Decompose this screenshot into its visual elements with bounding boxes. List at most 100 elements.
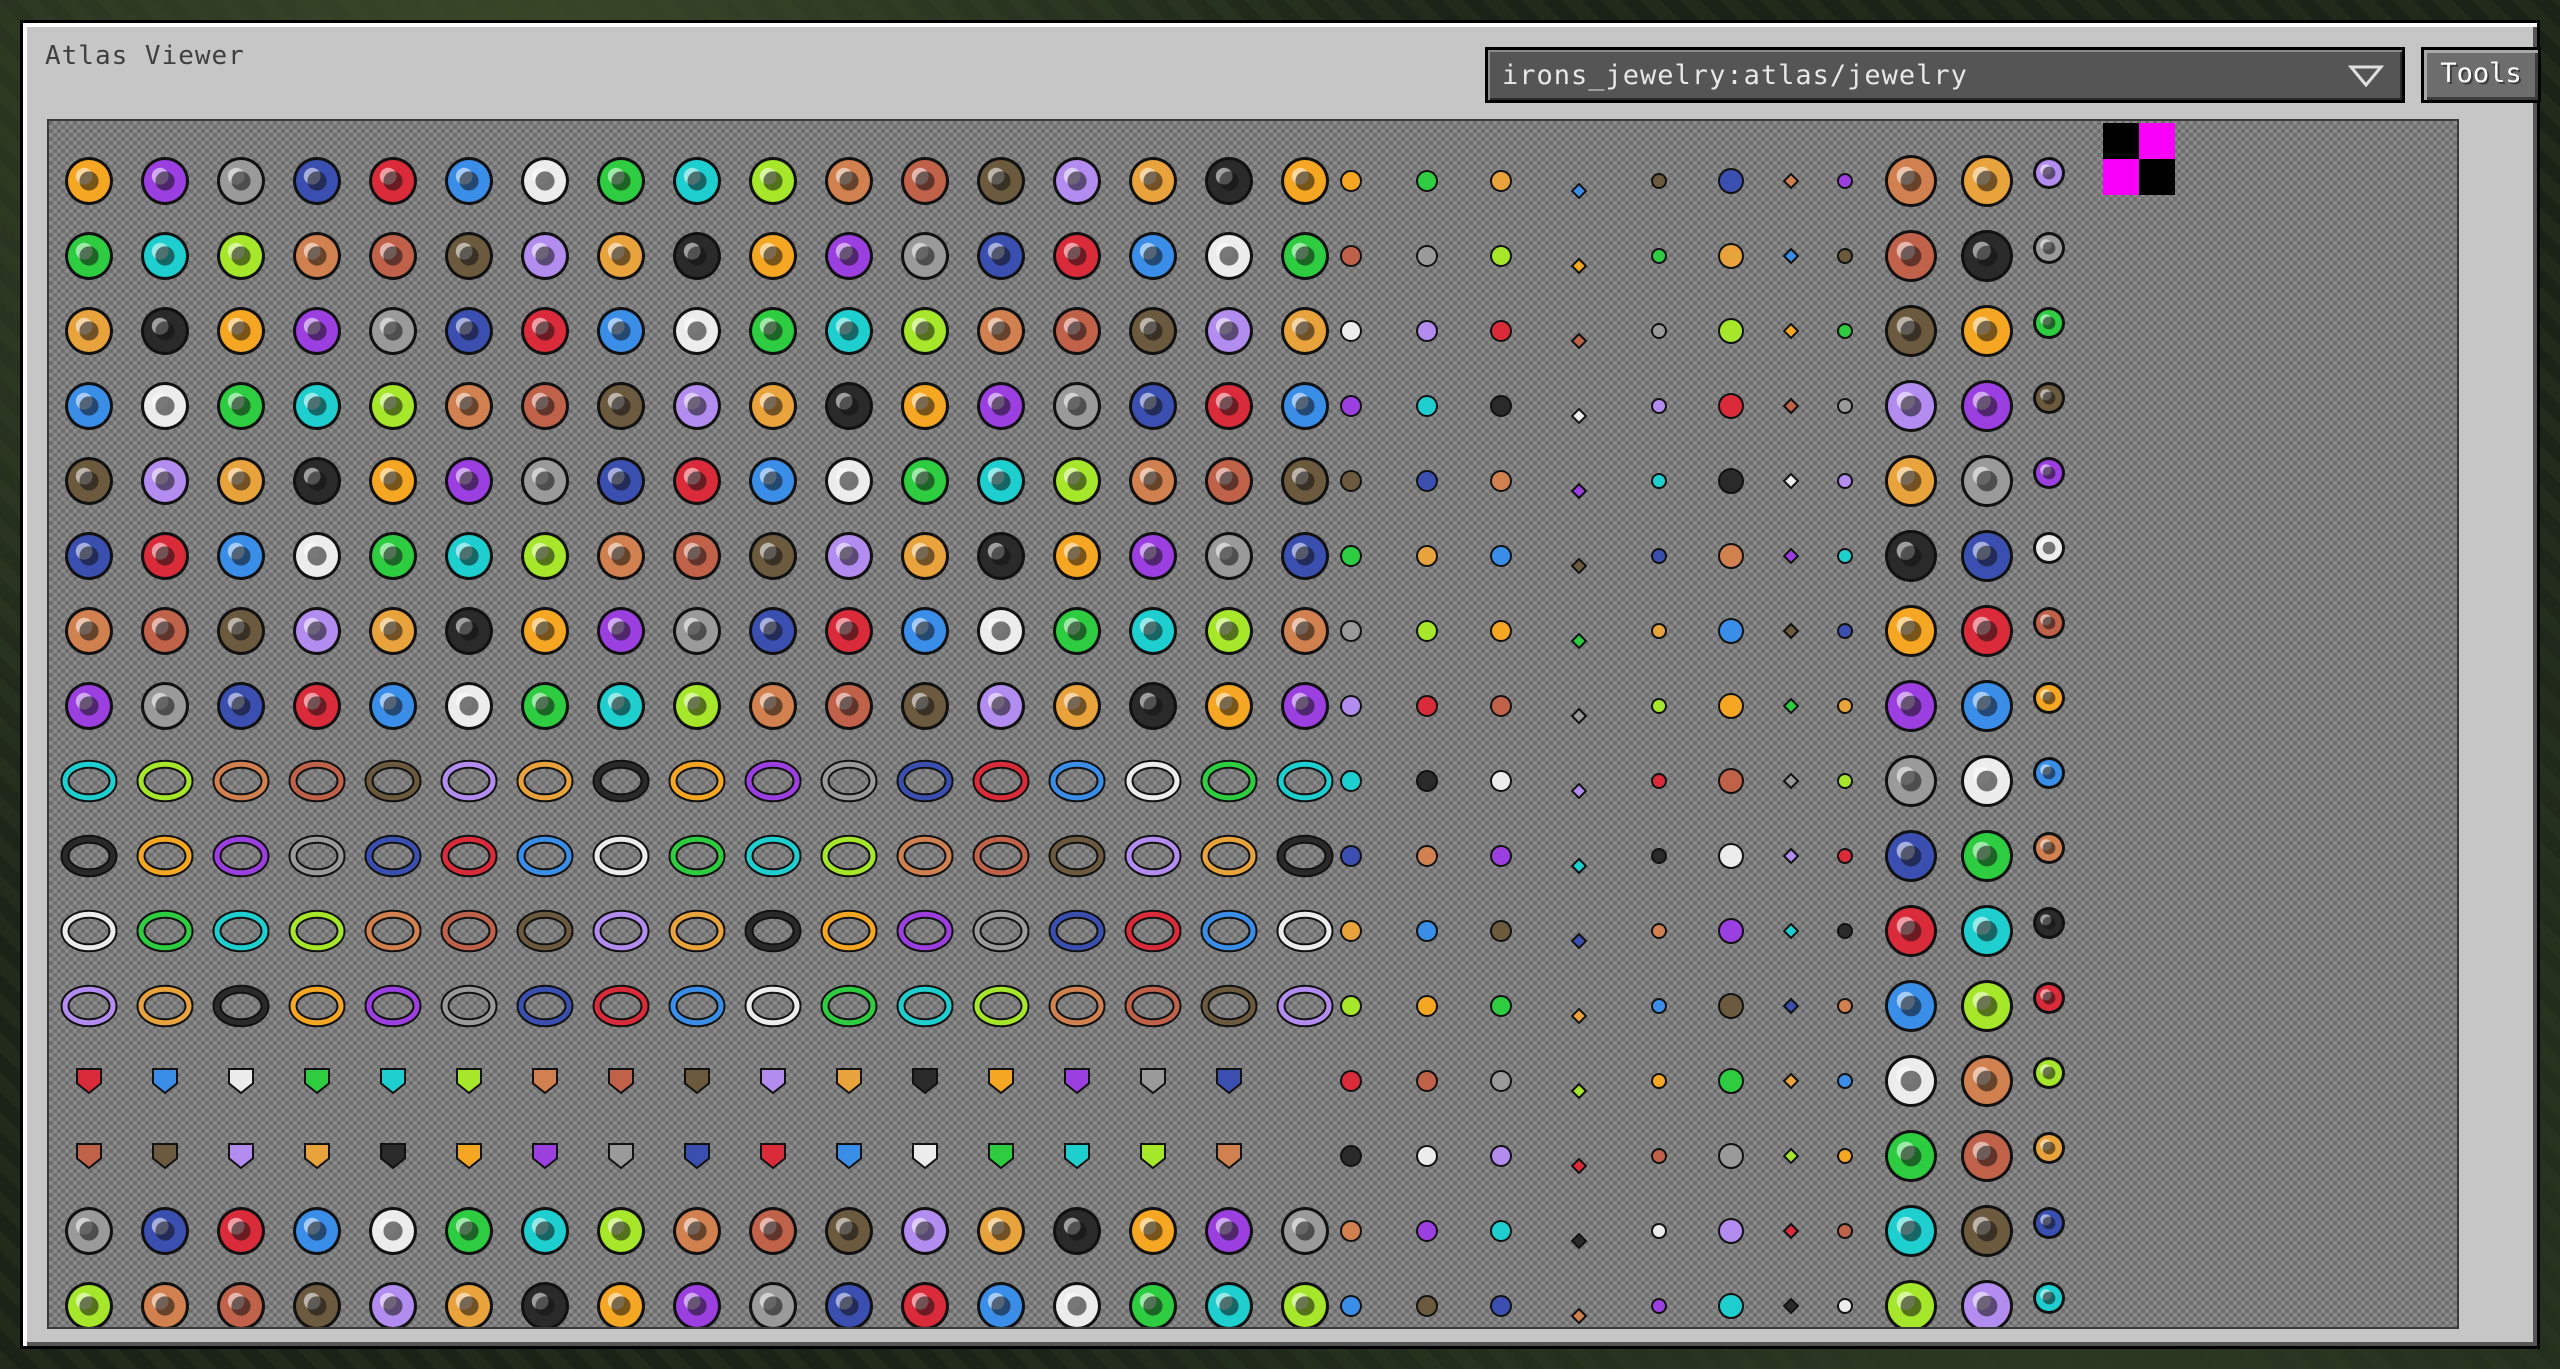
atlas-sprite bbox=[1837, 923, 1853, 939]
atlas-sprite bbox=[1782, 1222, 1800, 1240]
atlas-sprite bbox=[2033, 757, 2065, 789]
atlas-sprite bbox=[1340, 1220, 1362, 1242]
atlas-sprite bbox=[592, 909, 650, 953]
atlas-sprite bbox=[1340, 1070, 1362, 1092]
atlas-sprite bbox=[141, 682, 189, 730]
atlas-sprite bbox=[1490, 1295, 1512, 1317]
atlas-sprite bbox=[673, 382, 721, 430]
atlas-sprite bbox=[1053, 307, 1101, 355]
atlas-sprite bbox=[1570, 1082, 1588, 1100]
atlas-sprite bbox=[1281, 1282, 1329, 1327]
atlas-sprite bbox=[369, 682, 417, 730]
atlas-sprite bbox=[1570, 407, 1588, 425]
atlas-sprite bbox=[912, 1068, 938, 1095]
atlas-sprite bbox=[597, 1207, 645, 1255]
atlas-texture-view[interactable] bbox=[47, 119, 2459, 1329]
atlas-sprite bbox=[1200, 984, 1258, 1028]
atlas-sprite bbox=[1570, 557, 1588, 575]
atlas-sprite bbox=[673, 1282, 721, 1327]
atlas-sprite bbox=[1837, 173, 1853, 189]
atlas-sprite bbox=[1340, 920, 1362, 942]
atlas-sprite bbox=[977, 607, 1025, 655]
atlas-sprite bbox=[369, 382, 417, 430]
atlas-sprite bbox=[749, 457, 797, 505]
atlas-sprite bbox=[1129, 382, 1177, 430]
atlas-sprite bbox=[1651, 173, 1667, 189]
atlas-sprite bbox=[369, 457, 417, 505]
atlas-sprite bbox=[1124, 759, 1182, 803]
atlas-sprite bbox=[293, 607, 341, 655]
atlas-sprite bbox=[1416, 620, 1438, 642]
atlas-sprite bbox=[1053, 232, 1101, 280]
atlas-sprite bbox=[440, 909, 498, 953]
atlas-sprite bbox=[2033, 1207, 2065, 1239]
atlas-sprite bbox=[141, 232, 189, 280]
atlas-sprite bbox=[380, 1143, 406, 1170]
atlas-sprite bbox=[152, 1143, 178, 1170]
atlas-sprite bbox=[369, 1207, 417, 1255]
atlas-sprite bbox=[1490, 770, 1512, 792]
atlas-sprite bbox=[744, 909, 802, 953]
atlas-sprite bbox=[1281, 157, 1329, 205]
atlas-sprite bbox=[217, 307, 265, 355]
atlas-sprite bbox=[1837, 1223, 1853, 1239]
atlas-sprite bbox=[1205, 157, 1253, 205]
atlas-sprite bbox=[293, 682, 341, 730]
atlas-sprite bbox=[1885, 230, 1937, 282]
atlas-sprite bbox=[1961, 905, 2013, 957]
atlas-sprite bbox=[293, 1207, 341, 1255]
atlas-sprite bbox=[65, 157, 113, 205]
atlas-sprite bbox=[2033, 532, 2065, 564]
atlas-sprite bbox=[1885, 155, 1937, 207]
atlas-sprite bbox=[972, 834, 1030, 878]
atlas-sprite bbox=[1490, 920, 1512, 942]
atlas-sprite bbox=[1124, 909, 1182, 953]
atlas-sprite bbox=[1961, 980, 2013, 1032]
tools-button[interactable]: Tools bbox=[2421, 47, 2541, 103]
atlas-sprite bbox=[597, 607, 645, 655]
atlas-sprite bbox=[668, 984, 726, 1028]
atlas-sprite bbox=[521, 307, 569, 355]
atlas-sprite bbox=[749, 532, 797, 580]
atlas-sprite bbox=[1053, 532, 1101, 580]
atlas-sprite bbox=[217, 1207, 265, 1255]
atlas-sprite bbox=[1205, 457, 1253, 505]
atlas-sprite bbox=[1718, 993, 1744, 1019]
atlas-sprite bbox=[1782, 622, 1800, 640]
atlas-sprite bbox=[60, 834, 118, 878]
atlas-sprite bbox=[76, 1068, 102, 1095]
atlas-sprite bbox=[1281, 607, 1329, 655]
atlas-sprite bbox=[445, 1282, 493, 1327]
atlas-sprite bbox=[1340, 245, 1362, 267]
atlas-sprite bbox=[2033, 682, 2065, 714]
atlas-sprite bbox=[1048, 909, 1106, 953]
atlas-sprite bbox=[1651, 623, 1667, 639]
atlas-sprite bbox=[1651, 773, 1667, 789]
atlas-sprite bbox=[1961, 155, 2013, 207]
atlas-sprite bbox=[1570, 482, 1588, 500]
atlas-sprite bbox=[1340, 395, 1362, 417]
atlas-sprite bbox=[1140, 1068, 1166, 1095]
atlas-sprite-grid bbox=[60, 123, 2175, 1327]
atlas-viewer-window: Atlas Viewer irons_jewelry:atlas/jewelry… bbox=[20, 20, 2541, 1349]
atlas-sprite bbox=[1053, 457, 1101, 505]
atlas-sprite bbox=[304, 1068, 330, 1095]
atlas-sprite bbox=[369, 607, 417, 655]
atlas-sprite bbox=[212, 759, 270, 803]
atlas-sprite bbox=[293, 232, 341, 280]
atlas-sprite bbox=[1885, 755, 1937, 807]
atlas-sprite bbox=[1782, 697, 1800, 715]
atlas-sprite bbox=[1885, 305, 1937, 357]
atlas-sprite bbox=[901, 382, 949, 430]
atlas-sprite bbox=[820, 909, 878, 953]
atlas-sprite bbox=[440, 759, 498, 803]
atlas-select-dropdown[interactable]: irons_jewelry:atlas/jewelry bbox=[1485, 47, 2405, 103]
atlas-sprite bbox=[1961, 1205, 2013, 1257]
atlas-sprite bbox=[2033, 382, 2065, 414]
atlas-sprite bbox=[1837, 248, 1853, 264]
atlas-sprite bbox=[1961, 1280, 2013, 1327]
atlas-sprite bbox=[521, 1207, 569, 1255]
atlas-sprite bbox=[521, 382, 569, 430]
atlas-sprite bbox=[217, 382, 265, 430]
atlas-sprite bbox=[1782, 1297, 1800, 1315]
